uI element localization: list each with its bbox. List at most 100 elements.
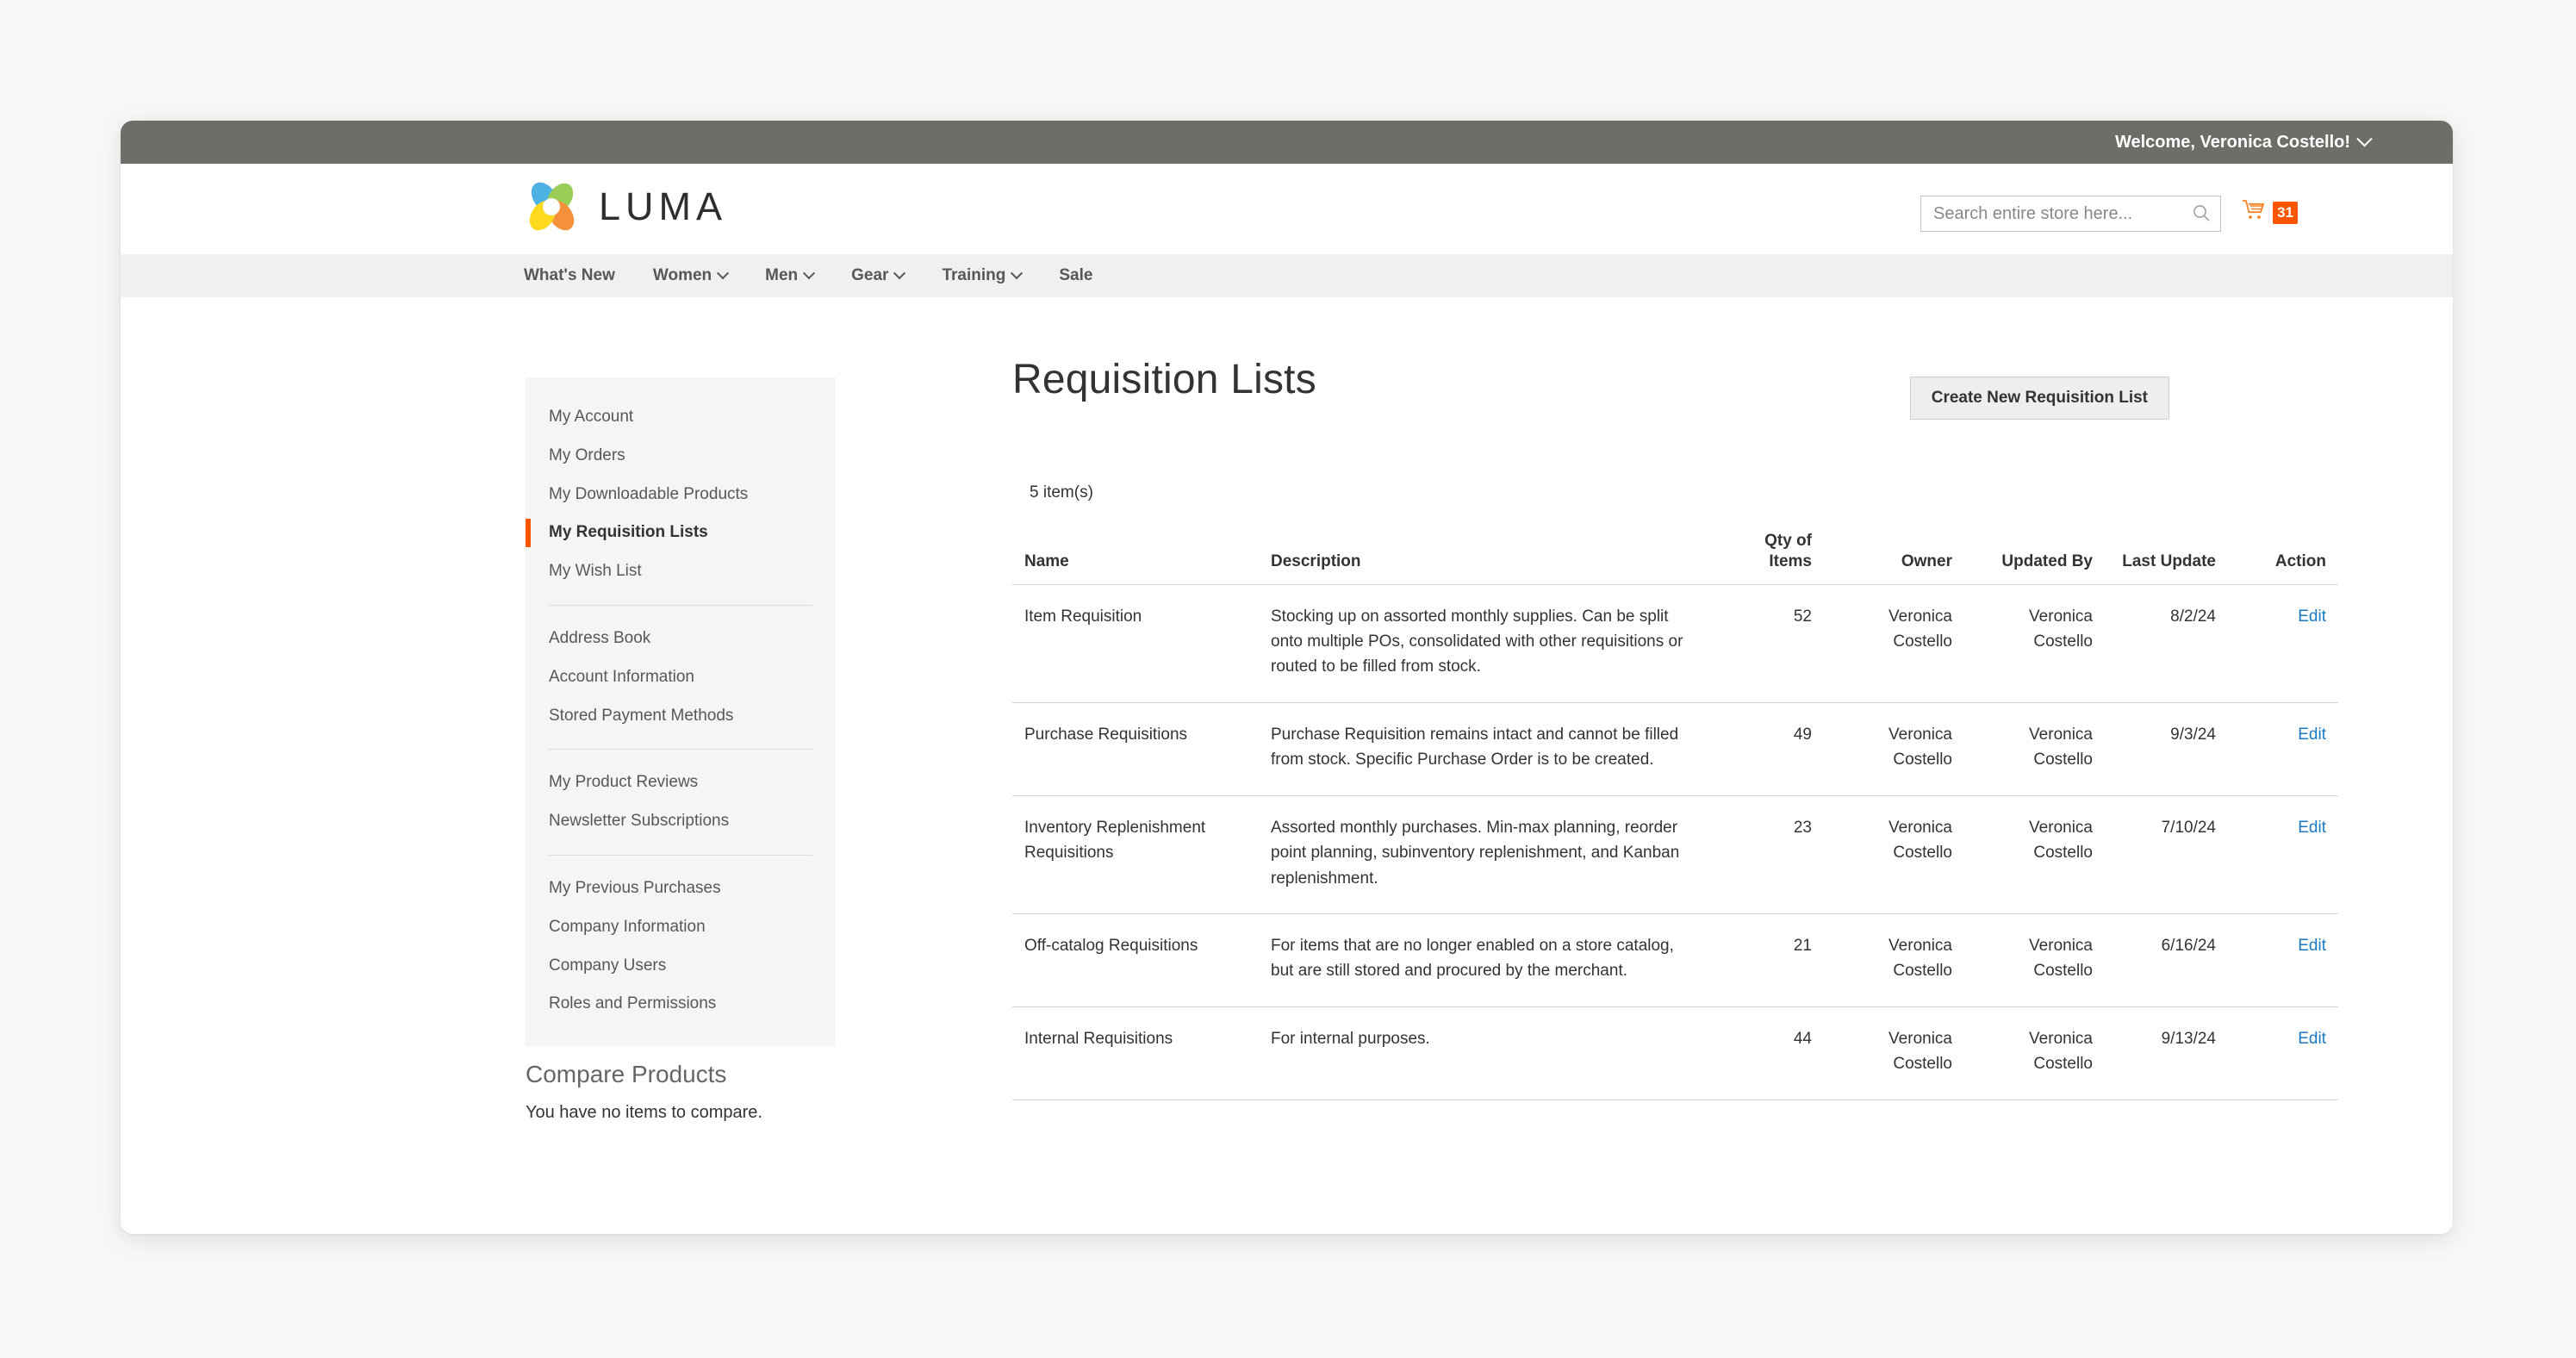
table-row: Purchase Requisitions Purchase Requisiti… [1012,702,2338,796]
requisition-lists-table: Name Description Qty of Items Owner Upda… [1012,531,2338,1100]
sidebar-item-roles-and-permissions[interactable]: Roles and Permissions [526,985,836,1024]
compare-products-empty-text: You have no items to compare. [526,1102,762,1122]
cell-owner: Veronica Costello [1824,1006,1964,1100]
sidebar-item-company-information[interactable]: Company Information [526,908,836,947]
search-icon [2192,203,2211,225]
cell-action: Edit [2228,913,2338,1007]
sidebar-item-label: My Wish List [549,562,642,581]
cell-name: Purchase Requisitions [1012,702,1259,796]
nav-item-women[interactable]: Women [652,266,730,285]
cell-action: Edit [2228,584,2338,703]
search-button[interactable] [2182,196,2220,231]
cell-last-update: 6/16/24 [2105,913,2228,1007]
column-header-qty-of-items: Qty of Items [1709,531,1824,585]
table-row: Item Requisition Stocking up on assorted… [1012,584,2338,703]
cell-owner: Veronica Costello [1824,584,1964,703]
sidebar-item-company-users[interactable]: Company Users [526,947,836,986]
edit-link[interactable]: Edit [2298,819,2326,837]
sidebar-item-label: Newsletter Subscriptions [549,812,730,831]
create-new-requisition-list-button[interactable]: Create New Requisition List [1909,377,2169,420]
edit-link[interactable]: Edit [2298,607,2326,626]
sidebar-item-label: My Orders [549,445,625,464]
sidebar-item-my-downloadable-products[interactable]: My Downloadable Products [526,476,836,514]
welcome-menu[interactable]: Welcome, Veronica Costello! [2114,130,2373,153]
cell-last-update: 7/10/24 [2105,795,2228,915]
sidebar-group-company: My Previous Purchases Company Informatio… [526,869,836,1024]
sidebar-item-label: My Previous Purchases [549,878,721,897]
requisition-lists-main: Requisition Lists Create New Requisition… [1012,357,2338,1100]
items-count-label: 5 item(s) [1030,483,1093,501]
cell-action: Edit [2228,1006,2338,1100]
sidebar-item-stored-payment-methods[interactable]: Stored Payment Methods [526,697,836,736]
edit-link[interactable]: Edit [2298,1030,2326,1048]
chevron-down-icon [2356,130,2373,146]
account-topbar: Welcome, Veronica Costello! [121,121,2453,164]
cell-description: For internal purposes. [1259,1006,1709,1100]
sidebar-item-label: Roles and Permissions [549,994,717,1013]
nav-item-training[interactable]: Training [942,266,1024,285]
welcome-label: Welcome, Veronica Costello! [2114,132,2350,152]
compare-products-block: Compare Products You have no items to co… [526,1060,844,1123]
edit-link[interactable]: Edit [2298,726,2326,744]
chevron-down-icon [803,267,816,280]
nav-item-gear[interactable]: Gear [851,266,906,285]
cell-qty: 21 [1709,913,1824,1007]
cell-updated-by: Veronica Costello [1964,1006,2105,1100]
sidebar-item-label: Stored Payment Methods [549,706,734,725]
column-header-name: Name [1012,531,1259,585]
nav-label: Sale [1059,266,1093,284]
nav-label: What's New [524,266,615,284]
sidebar-item-label: Company Users [549,956,667,975]
sidebar-item-my-requisition-lists[interactable]: My Requisition Lists [526,514,836,552]
cell-action: Edit [2228,795,2338,915]
sidebar-divider [549,854,812,856]
main-navigation: What's New Women Men Gear Training Sale [121,254,2453,297]
cell-description: Assorted monthly purchases. Min-max plan… [1259,795,1709,915]
account-sidebar: My Account My Orders My Downloadable Pro… [526,377,836,1047]
logo[interactable]: LUMA [523,178,727,235]
search-input[interactable] [1921,196,2182,231]
cell-qty: 52 [1709,584,1824,703]
nav-item-whats-new[interactable]: What's New [524,266,615,285]
cell-qty: 49 [1709,702,1824,796]
chevron-down-icon [893,267,906,280]
sidebar-item-newsletter-subscriptions[interactable]: Newsletter Subscriptions [526,802,836,841]
search-box[interactable] [1920,196,2221,232]
sidebar-item-my-orders[interactable]: My Orders [526,437,836,476]
sidebar-item-my-account[interactable]: My Account [526,398,836,437]
sidebar-item-label: Company Information [549,917,706,936]
cell-updated-by: Veronica Costello [1964,913,2105,1007]
browser-window: Welcome, Veronica Costello! LUMA Search … [121,121,2453,1234]
sidebar-group-account: My Account My Orders My Downloadable Pro… [526,398,836,591]
cell-owner: Veronica Costello [1824,795,1964,915]
nav-item-sale[interactable]: Sale [1059,266,1092,285]
nav-label: Women [652,266,712,284]
edit-link[interactable]: Edit [2298,937,2326,955]
sidebar-group-profile: Address Book Account Information Stored … [526,620,836,735]
minicart[interactable]: 31 [2241,198,2298,227]
sidebar-item-account-information[interactable]: Account Information [526,658,836,697]
luma-logo-icon [523,178,580,235]
table-header-row: Name Description Qty of Items Owner Upda… [1012,531,2338,585]
cell-last-update: 8/2/24 [2105,584,2228,703]
column-header-description: Description [1259,531,1709,585]
cell-qty: 23 [1709,795,1824,915]
nav-item-men[interactable]: Men [765,266,816,285]
table-body: Item Requisition Stocking up on assorted… [1012,584,2338,1100]
cell-owner: Veronica Costello [1824,702,1964,796]
cell-name: Internal Requisitions [1012,1006,1259,1100]
cell-last-update: 9/3/24 [2105,702,2228,796]
sidebar-item-label: My Downloadable Products [549,484,749,503]
cart-count-badge: 31 [2273,201,2298,224]
sidebar-item-my-product-reviews[interactable]: My Product Reviews [526,763,836,802]
sidebar-item-my-wish-list[interactable]: My Wish List [526,552,836,591]
nav-label: Training [942,266,1006,284]
sidebar-item-my-previous-purchases[interactable]: My Previous Purchases [526,869,836,908]
sidebar-item-address-book[interactable]: Address Book [526,620,836,658]
chevron-down-icon [717,267,730,280]
page-header: Requisition Lists Create New Requisition… [1012,357,2169,435]
table-row: Inventory Replenishment Requisitions Ass… [1012,795,2338,915]
store-header: LUMA Search entire store here... 31 [121,164,2453,254]
table-row: Internal Requisitions For internal purpo… [1012,1006,2338,1100]
sidebar-item-label: Address Book [549,628,651,647]
